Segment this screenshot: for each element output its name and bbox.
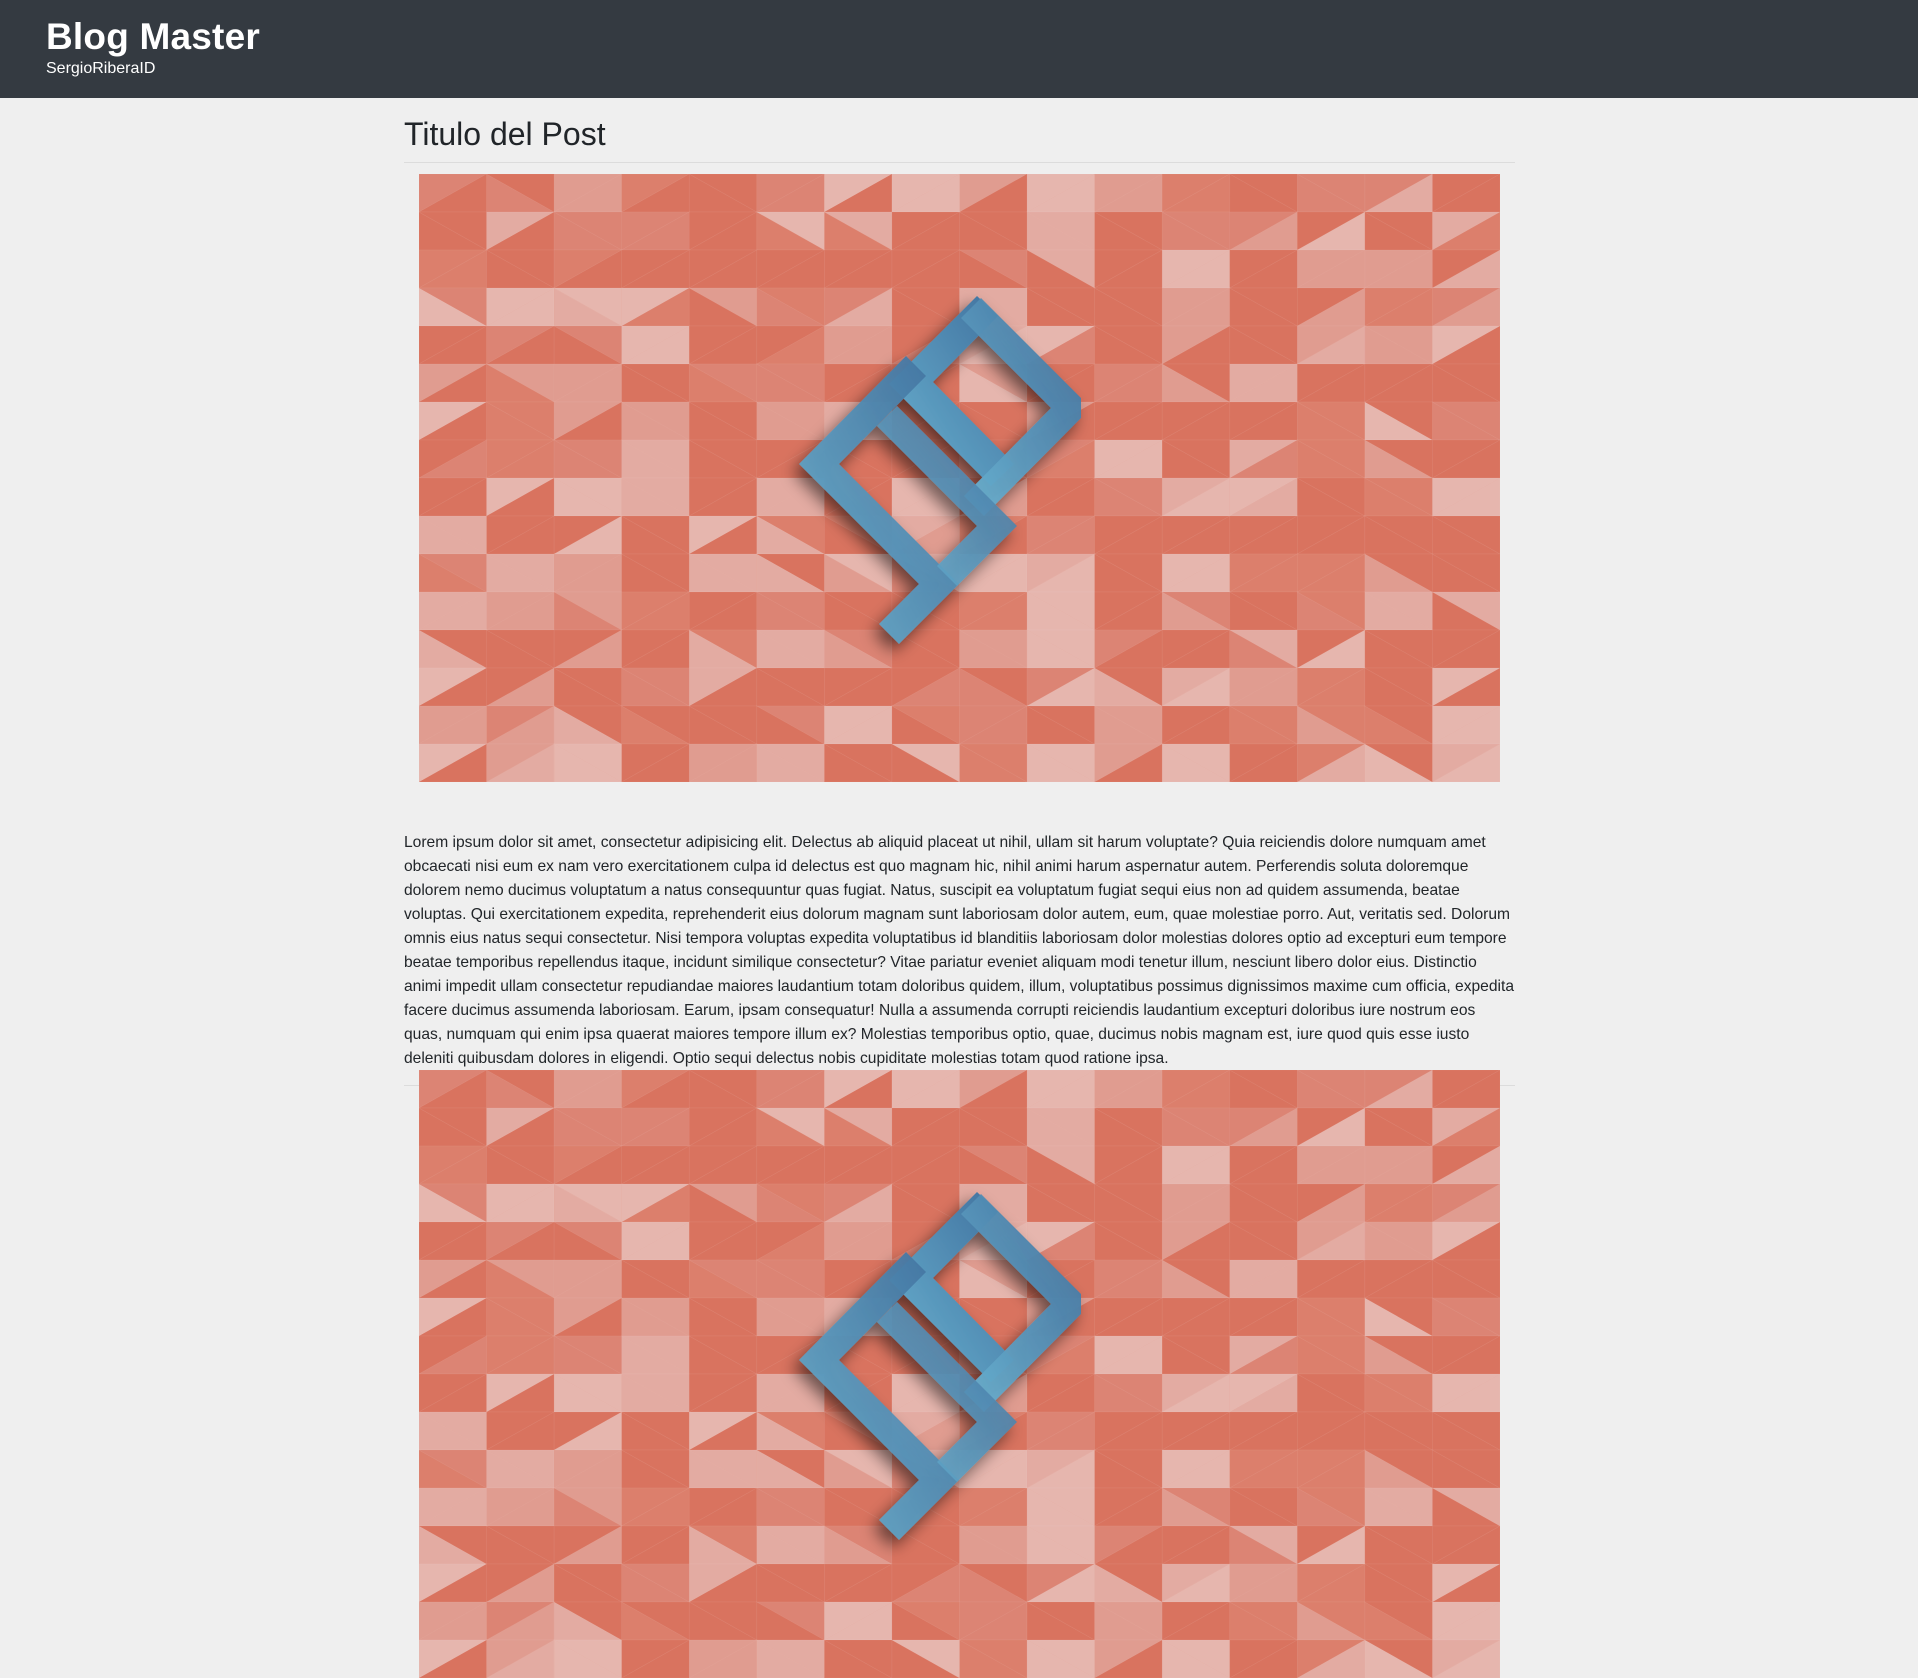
code-bracket-logo-image <box>419 174 1500 782</box>
post-featured-image <box>419 174 1500 782</box>
blog-post: Titulo del Post Lorem ipsum dolor sit am… <box>404 98 1515 1086</box>
post-body: Lorem ipsum dolor sit amet, consectetur … <box>404 831 1515 1086</box>
post-title: Titulo del Post <box>404 98 1515 163</box>
post-featured-image <box>419 1070 1500 1678</box>
brand-subtitle: SergioRiberaID <box>46 60 156 77</box>
code-bracket-logo-image <box>419 1070 1500 1678</box>
site-header: Blog Master SergioRiberaID <box>0 0 1918 98</box>
blog-post <box>404 1060 1515 1678</box>
brand-title[interactable]: Blog Master <box>46 14 260 60</box>
